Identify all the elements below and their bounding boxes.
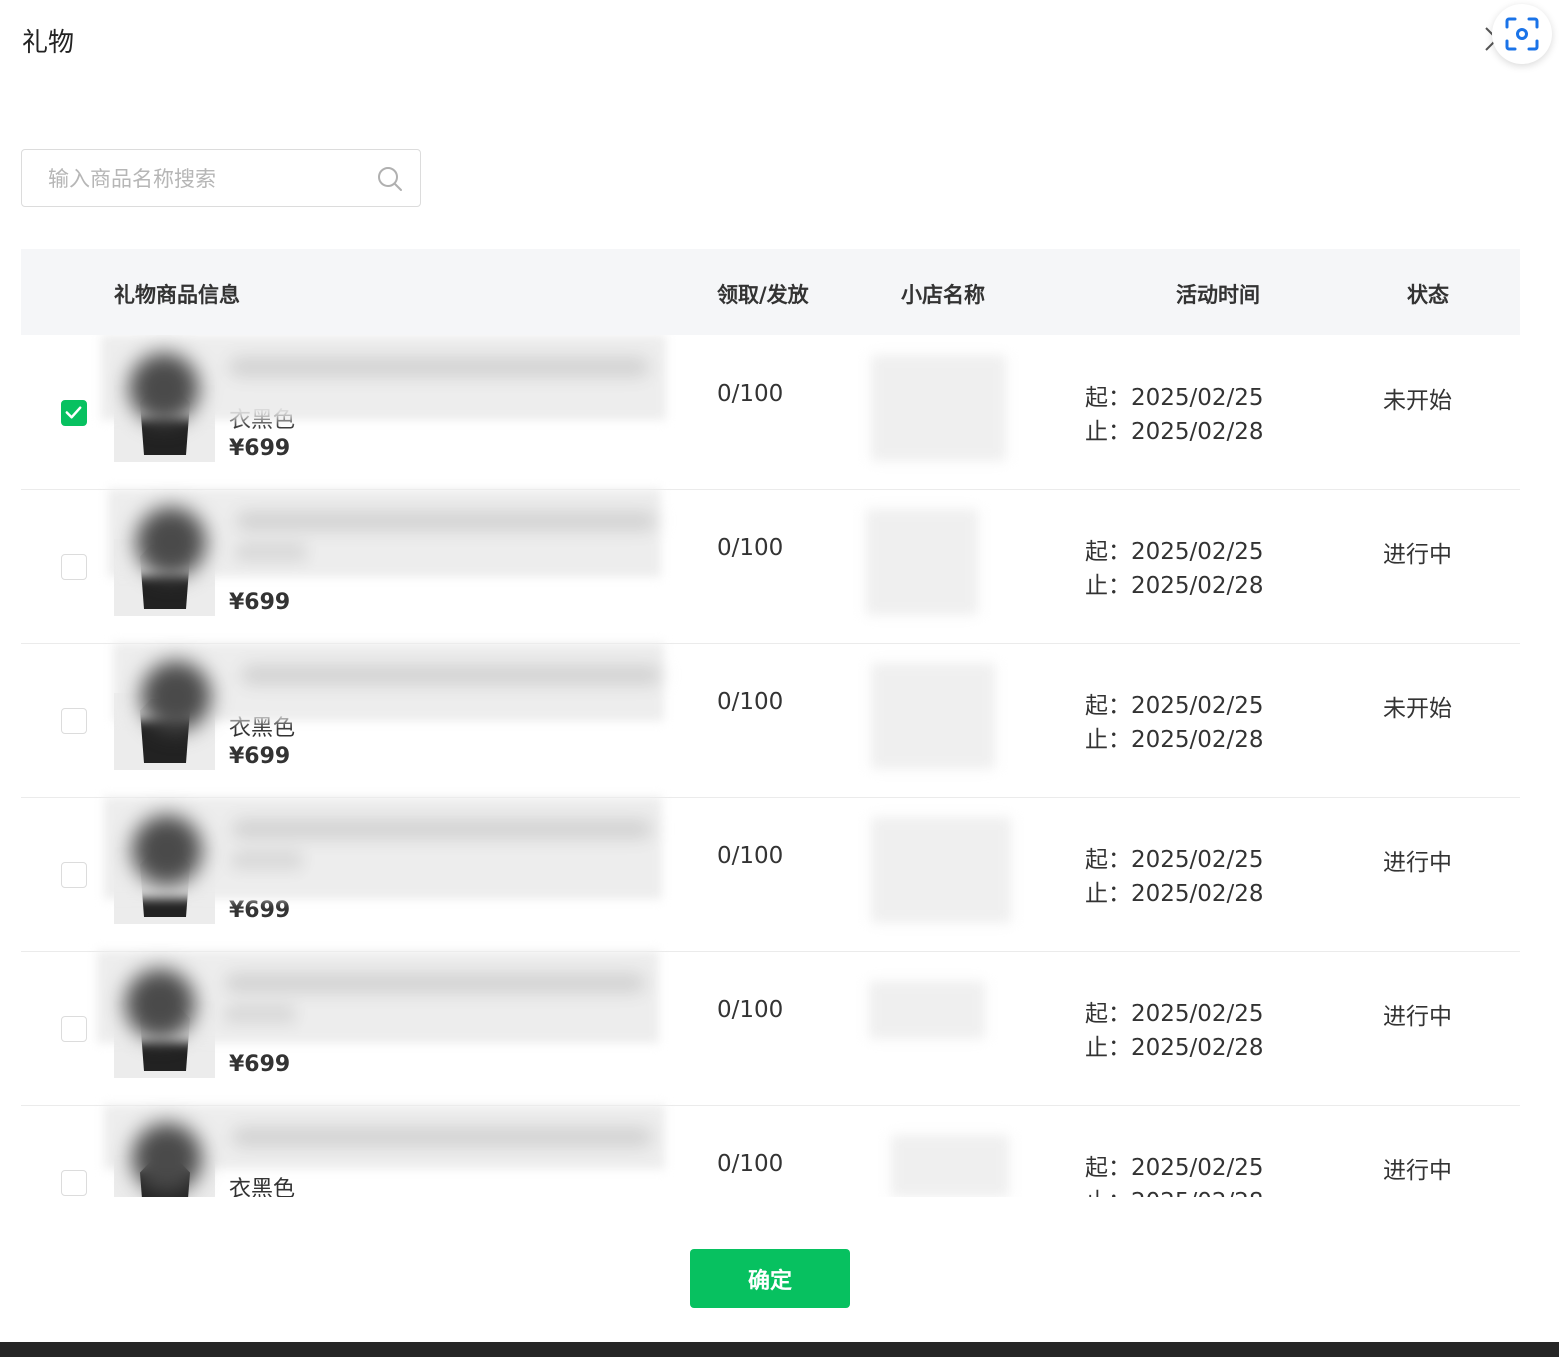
- product-price: ¥699: [229, 898, 291, 923]
- status-text: 进行中: [1383, 1004, 1452, 1030]
- row-checkbox[interactable]: [61, 400, 87, 426]
- redacted-product-title: [104, 1105, 665, 1193]
- start-time: 起：2025/02/25: [1085, 693, 1264, 719]
- redacted-shop-name: [871, 817, 1011, 923]
- blurred-line: [241, 665, 661, 685]
- end-time: 止：2025/02/28: [1085, 727, 1264, 753]
- claim-count: 0/100: [717, 381, 784, 407]
- blurred-image: [125, 969, 195, 1039]
- screenshot-scan-button[interactable]: [1492, 4, 1552, 64]
- check-icon: [65, 406, 82, 419]
- table-row[interactable]: 衣黑色 ¥699 0/100 起：2025/02/25 止：2025/02/28…: [21, 643, 1520, 798]
- header-time: 活动时间: [1176, 283, 1260, 307]
- start-time: 起：2025/02/25: [1085, 539, 1264, 565]
- dialog-title: 礼物: [22, 28, 75, 58]
- start-time: 起：2025/02/25: [1085, 385, 1264, 411]
- table-body: 衣黑色 ¥699 0/100 起：2025/02/25 止：2025/02/28…: [0, 335, 1559, 1197]
- table-row[interactable]: 衣黑色 ¥699 0/100 起：2025/02/25 止：2025/02/28…: [21, 335, 1520, 490]
- blurred-line: [236, 543, 306, 561]
- blurred-line: [232, 851, 302, 869]
- row-checkbox[interactable]: [61, 708, 87, 734]
- header-claim: 领取/发放: [717, 283, 809, 307]
- redacted-shop-name: [871, 663, 995, 769]
- confirm-button[interactable]: 确定: [690, 1249, 850, 1308]
- row-checkbox[interactable]: [61, 1170, 87, 1196]
- blurred-image: [129, 353, 199, 423]
- activity-time: 起：2025/02/25 止：2025/02/28: [1085, 689, 1264, 757]
- product-price: ¥699: [229, 436, 291, 461]
- end-time: 止：2025/02/28: [1085, 419, 1264, 445]
- redacted-shop-name: [891, 1135, 1009, 1197]
- blurred-line: [236, 511, 656, 531]
- scan-icon: [1505, 17, 1539, 51]
- search-input[interactable]: [46, 160, 370, 198]
- table-header: 礼物商品信息 领取/发放 小店名称 活动时间 状态: [21, 249, 1520, 335]
- header-status: 状态: [1407, 283, 1449, 307]
- product-price: ¥699: [229, 744, 291, 769]
- status-text: 未开始: [1383, 388, 1452, 414]
- redacted-product-title: [113, 643, 664, 731]
- start-time: 起：2025/02/25: [1085, 1155, 1264, 1181]
- claim-count: 0/100: [717, 535, 784, 561]
- redacted-product-title: [97, 951, 659, 1043]
- blurred-image: [132, 815, 202, 885]
- claim-count: 0/100: [717, 1151, 784, 1177]
- table-row[interactable]: 衣黑色 0/100 起：2025/02/25 止：2025/02/28 进行中: [21, 1105, 1520, 1197]
- row-checkbox[interactable]: [61, 862, 87, 888]
- search-icon[interactable]: [376, 165, 404, 193]
- redacted-product-title: [101, 335, 666, 423]
- claim-count: 0/100: [717, 843, 784, 869]
- end-time: 止：2025/02/28: [1085, 573, 1264, 599]
- blurred-line: [232, 1127, 652, 1147]
- blurred-image: [136, 507, 206, 577]
- redacted-shop-name: [866, 509, 978, 615]
- redacted-product-title: [108, 489, 661, 577]
- claim-count: 0/100: [717, 997, 784, 1023]
- status-text: 未开始: [1383, 696, 1452, 722]
- activity-time: 起：2025/02/25 止：2025/02/28: [1085, 997, 1264, 1065]
- blurred-line: [229, 357, 649, 377]
- row-checkbox[interactable]: [61, 554, 87, 580]
- table-row[interactable]: ¥699 0/100 起：2025/02/25 止：2025/02/28 进行中: [21, 797, 1520, 952]
- table-row[interactable]: ¥699 0/100 起：2025/02/25 止：2025/02/28 进行中: [21, 951, 1520, 1106]
- activity-time: 起：2025/02/25 止：2025/02/28: [1085, 843, 1264, 911]
- blurred-line: [225, 1005, 295, 1023]
- activity-time: 起：2025/02/25 止：2025/02/28: [1085, 381, 1264, 449]
- activity-time: 起：2025/02/25 止：2025/02/28: [1085, 535, 1264, 603]
- product-variant: 衣黑色: [229, 1177, 296, 1197]
- end-time: 止：2025/02/28: [1085, 881, 1264, 907]
- start-time: 起：2025/02/25: [1085, 1001, 1264, 1027]
- redacted-product-title: [104, 797, 662, 899]
- product-price: ¥699: [229, 590, 291, 615]
- end-time: 止：2025/02/28: [1085, 1035, 1264, 1061]
- table-row[interactable]: ¥699 0/100 起：2025/02/25 止：2025/02/28 进行中: [21, 489, 1520, 644]
- blurred-line: [232, 819, 652, 839]
- end-time: 止：2025/02/28: [1085, 1185, 1264, 1197]
- status-text: 进行中: [1383, 850, 1452, 876]
- status-text: 进行中: [1383, 1158, 1452, 1184]
- header-gift-info: 礼物商品信息: [114, 283, 240, 307]
- activity-time: 起：2025/02/25 止：2025/02/28: [1085, 1151, 1264, 1197]
- claim-count: 0/100: [717, 689, 784, 715]
- row-checkbox[interactable]: [61, 1016, 87, 1042]
- product-price: ¥699: [229, 1052, 291, 1077]
- blurred-image: [132, 1123, 202, 1193]
- blurred-line: [225, 973, 645, 993]
- redacted-shop-name: [869, 981, 985, 1039]
- start-time: 起：2025/02/25: [1085, 847, 1264, 873]
- background-page-strip: [0, 1342, 1559, 1357]
- redacted-shop-name: [871, 355, 1006, 461]
- blurred-image: [141, 661, 211, 731]
- status-text: 进行中: [1383, 542, 1452, 568]
- search-box: [21, 149, 421, 207]
- header-shop: 小店名称: [901, 283, 985, 307]
